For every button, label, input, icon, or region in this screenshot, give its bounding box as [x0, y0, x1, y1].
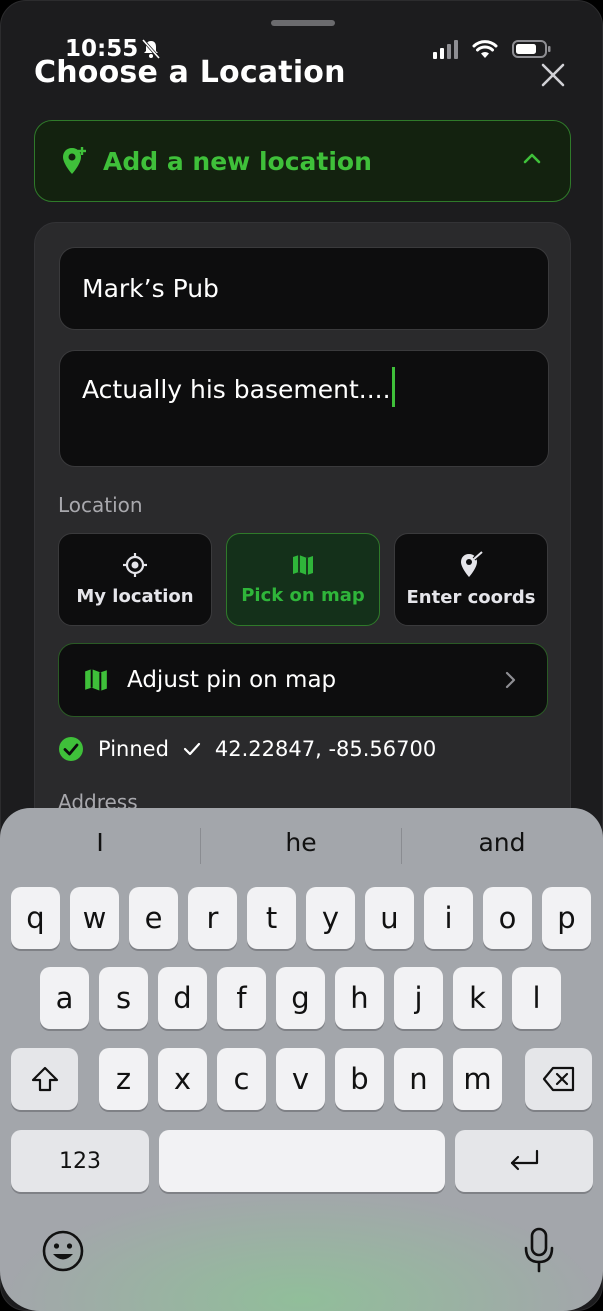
checkmark-icon	[183, 742, 201, 756]
check-circle-icon	[59, 737, 83, 761]
backspace-icon	[542, 1066, 574, 1092]
dictation-button[interactable]	[522, 1226, 556, 1276]
key-e[interactable]: e	[129, 887, 178, 949]
key-q[interactable]: q	[11, 887, 60, 949]
pinned-coords: 42.22847, -85.56700	[214, 737, 437, 761]
location-section-label: Location	[58, 493, 143, 517]
suggestion-1[interactable]: I	[0, 828, 200, 857]
key-l[interactable]: l	[512, 967, 561, 1029]
key-n[interactable]: n	[394, 1048, 443, 1110]
battery-icon	[512, 40, 551, 58]
cellular-signal-icon	[433, 39, 458, 59]
key-w[interactable]: w	[70, 887, 119, 949]
pick-on-map-label: Pick on map	[241, 585, 365, 606]
add-new-location-label: Add a new location	[103, 146, 372, 176]
key-p[interactable]: p	[542, 887, 591, 949]
map-pin-plus-icon	[63, 147, 86, 174]
keyboard-glow	[0, 1188, 603, 1311]
map-icon	[293, 555, 313, 575]
location-name-value: Mark’s Pub	[82, 274, 219, 303]
pick-on-map-button[interactable]: Pick on map	[226, 533, 380, 626]
adjust-pin-button[interactable]: Adjust pin on map	[58, 643, 548, 717]
key-i[interactable]: i	[424, 887, 473, 949]
crosshair-icon	[123, 553, 147, 577]
key-s[interactable]: s	[99, 967, 148, 1029]
shift-icon	[31, 1066, 58, 1092]
key-r[interactable]: r	[188, 887, 237, 949]
pin-edit-icon	[461, 551, 484, 577]
key-u[interactable]: u	[365, 887, 414, 949]
enter-coords-button[interactable]: Enter coords	[394, 533, 548, 626]
key-z[interactable]: z	[99, 1048, 148, 1110]
enter-coords-label: Enter coords	[406, 587, 536, 608]
chevron-right-icon	[505, 671, 516, 689]
return-icon	[510, 1149, 539, 1171]
shift-key[interactable]	[11, 1048, 78, 1110]
space-bar[interactable]	[159, 1130, 445, 1192]
status-bar-indicators	[433, 39, 552, 59]
pinned-status: Pinned 42.22847, -85.56700	[58, 736, 436, 762]
key-f[interactable]: f	[217, 967, 266, 1029]
key-j[interactable]: j	[394, 967, 443, 1029]
location-description-value: Actually his basement....	[82, 375, 391, 404]
delete-key[interactable]	[525, 1048, 592, 1110]
key-c[interactable]: c	[217, 1048, 266, 1110]
numbers-key[interactable]: 123	[11, 1130, 149, 1192]
key-o[interactable]: o	[483, 887, 532, 949]
suggestion-3[interactable]: and	[402, 828, 602, 857]
page-title: Choose a Location	[34, 55, 346, 90]
suggestion-2[interactable]: he	[201, 828, 401, 857]
return-key[interactable]	[455, 1130, 593, 1192]
key-a[interactable]: a	[40, 967, 89, 1029]
location-name-input[interactable]: Mark’s Pub	[59, 247, 549, 330]
sheet-grabber[interactable]	[271, 20, 335, 26]
key-d[interactable]: d	[158, 967, 207, 1029]
key-b[interactable]: b	[335, 1048, 384, 1110]
text-caret	[391, 367, 395, 407]
adjust-pin-label: Adjust pin on map	[127, 667, 337, 693]
key-x[interactable]: x	[158, 1048, 207, 1110]
close-button[interactable]	[537, 59, 569, 91]
add-new-location-toggle[interactable]: Add a new location	[34, 120, 571, 202]
key-m[interactable]: m	[453, 1048, 502, 1110]
microphone-icon	[524, 1227, 554, 1273]
key-t[interactable]: t	[247, 887, 296, 949]
key-k[interactable]: k	[453, 967, 502, 1029]
key-v[interactable]: v	[276, 1048, 325, 1110]
chevron-up-icon	[523, 153, 541, 164]
map-icon	[85, 669, 107, 691]
on-screen-keyboard: I he and q w e r t y u i o p a s d f g h…	[0, 808, 603, 1311]
close-icon	[541, 63, 565, 87]
location-description-input[interactable]: Actually his basement....	[59, 350, 549, 467]
emoji-button[interactable]	[40, 1228, 86, 1274]
emoji-icon	[42, 1230, 84, 1272]
wifi-icon	[472, 40, 498, 58]
key-h[interactable]: h	[335, 967, 384, 1029]
key-y[interactable]: y	[306, 887, 355, 949]
screen: 10:55 Choose a Location Add a new locati…	[0, 0, 603, 1311]
new-location-form: Mark’s Pub Actually his basement.... Loc…	[34, 222, 571, 842]
my-location-label: My location	[76, 586, 194, 607]
my-location-button[interactable]: My location	[58, 533, 212, 626]
pinned-label: Pinned	[98, 737, 169, 761]
key-g[interactable]: g	[276, 967, 325, 1029]
